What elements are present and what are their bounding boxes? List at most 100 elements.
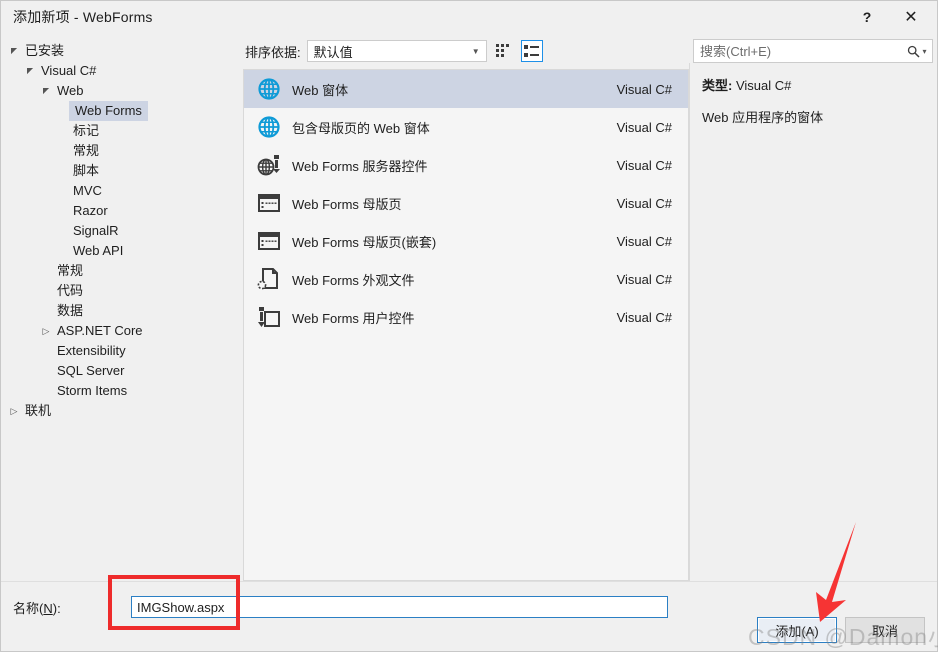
sidebar-item-13[interactable]: 数据	[1, 301, 241, 321]
list-item[interactable]: Web Forms 用户控件 Visual C#	[244, 298, 688, 336]
sidebar-item-2[interactable]: ◢ Web	[1, 81, 241, 101]
sidebar-item-label: Web API	[73, 243, 124, 258]
sidebar-item-8[interactable]: Razor	[1, 201, 241, 221]
list-item-name: Web 窗体	[292, 82, 349, 98]
search-box[interactable]: ▾	[693, 39, 933, 63]
sidebar-item-9[interactable]: SignalR	[1, 221, 241, 241]
help-icon[interactable]: ?	[845, 1, 889, 33]
tree-collapsed-icon[interactable]: ▷	[7, 406, 21, 417]
sidebar-item-label: Web Forms	[69, 101, 148, 121]
sidebar-item-12[interactable]: 代码	[1, 281, 241, 301]
sidebar-item-11[interactable]: 常规	[1, 261, 241, 281]
details-pane: ▾ 类型: Visual C# Web 应用程序的窗体	[689, 33, 937, 581]
chevron-down-icon: ▼	[471, 46, 480, 56]
sidebar-item-label: SignalR	[73, 223, 119, 238]
categories-tree[interactable]: ◢ 已安装 ◢ Visual C# ◢ Web Web Forms 标记 常规 脚本 MVC Razo…	[1, 33, 241, 581]
list-item-name: Web Forms 母版页	[292, 196, 402, 212]
tree-expanded-icon[interactable]: ◢	[7, 47, 21, 56]
sidebar-item-label: 数据	[57, 303, 84, 318]
name-label: 名称(N):	[13, 598, 131, 617]
list-item[interactable]: Web Forms 母版页(嵌套) Visual C#	[244, 222, 688, 260]
sidebar-item-label: Storm Items	[57, 383, 128, 398]
sort-by-value: 默认值	[313, 44, 353, 60]
name-row: 名称(N):	[1, 596, 937, 618]
sidebar-item-label: 脚本	[73, 163, 100, 178]
list-item[interactable]: Web 窗体 Visual C#	[244, 70, 688, 108]
list-item-language: Visual C#	[616, 309, 672, 325]
list-item-language: Visual C#	[616, 271, 672, 287]
sidebar-item-0[interactable]: ◢ 已安装	[1, 41, 241, 61]
search-input[interactable]	[694, 41, 902, 61]
list-item-language: Visual C#	[616, 195, 672, 211]
template-type-value: Visual C#	[735, 78, 792, 93]
dialog-buttons: 添加(A) 取消	[757, 617, 925, 643]
template-description: Web 应用程序的窗体	[702, 110, 824, 125]
master-page-icon	[252, 228, 286, 254]
grid-view-icon[interactable]	[493, 40, 515, 62]
sidebar-item-7[interactable]: MVC	[1, 181, 241, 201]
list-item-name: 包含母版页的 Web 窗体	[292, 120, 430, 136]
sidebar-item-label: 常规	[57, 263, 84, 278]
sidebar-item-label: Razor	[73, 203, 108, 218]
template-info: 类型: Visual C# Web 应用程序的窗体	[689, 63, 937, 581]
tree-expanded-icon[interactable]: ◢	[23, 67, 37, 76]
sidebar-item-16[interactable]: SQL Server	[1, 361, 241, 381]
sidebar-item-1[interactable]: ◢ Visual C#	[1, 61, 241, 81]
sidebar-item-10[interactable]: Web API	[1, 241, 241, 261]
sidebar-item-14[interactable]: ▷ ASP.NET Core	[1, 321, 241, 341]
sort-by-label: 排序依据:	[245, 44, 301, 60]
sidebar-item-15[interactable]: Extensibility	[1, 341, 241, 361]
template-type-label: 类型:	[702, 78, 733, 93]
sidebar-item-label: ASP.NET Core	[57, 323, 143, 338]
templates-toolbar: 排序依据: 默认值 ▼	[241, 33, 689, 69]
cancel-button[interactable]: 取消	[845, 617, 925, 643]
globe-blue-icon	[252, 76, 286, 102]
sidebar-item-label: Extensibility	[57, 343, 126, 358]
tree-collapsed-icon[interactable]: ▷	[39, 326, 53, 337]
search-options-chevron-icon[interactable]: ▾	[922, 47, 926, 56]
sort-by-dropdown[interactable]: 默认值 ▼	[306, 40, 487, 62]
globe-blue-icon	[252, 114, 286, 140]
list-item[interactable]: Web Forms 母版页 Visual C#	[244, 184, 688, 222]
close-icon[interactable]: ✕	[889, 1, 933, 33]
dialog-footer: 名称(N): 添加(A) 取消	[1, 581, 937, 651]
list-item[interactable]: Web Forms 服务器控件 Visual C#	[244, 146, 688, 184]
name-label-prefix: 名称(	[13, 600, 44, 616]
list-item-language: Visual C#	[616, 157, 672, 173]
panes-container: ◢ 已安装 ◢ Visual C# ◢ Web Web Forms 标记 常规 脚本 MVC Razo…	[1, 33, 937, 581]
name-label-accel: N	[43, 600, 53, 616]
name-label-suffix: ):	[52, 600, 61, 616]
add-button[interactable]: 添加(A)	[757, 617, 837, 643]
templates-list[interactable]: Web 窗体 Visual C# 包含母版页的 Web 窗体 Visual C# Web…	[243, 69, 689, 581]
list-item-name: Web Forms 外观文件	[292, 272, 415, 288]
sidebar-item-5[interactable]: 常规	[1, 141, 241, 161]
sidebar-item-label: 联机	[25, 403, 52, 418]
list-item[interactable]: Web Forms 外观文件 Visual C#	[244, 260, 688, 298]
sidebar-item-17[interactable]: Storm Items	[1, 381, 241, 401]
list-view-icon[interactable]	[520, 40, 543, 62]
page-title: 添加新项 - WebForms	[13, 9, 153, 25]
sidebar-item-6[interactable]: 脚本	[1, 161, 241, 181]
sidebar-item-label: 标记	[73, 123, 100, 138]
name-input[interactable]	[131, 596, 668, 618]
master-page-icon	[252, 190, 286, 216]
list-item-language: Visual C#	[616, 233, 672, 249]
search-icon[interactable]: ▾	[902, 45, 932, 58]
list-item-language: Visual C#	[616, 119, 672, 135]
template-type-row: 类型: Visual C#	[702, 77, 925, 95]
sidebar-item-18[interactable]: ▷ 联机	[1, 401, 241, 421]
sidebar-item-label: Visual C#	[41, 63, 97, 78]
sidebar-item-label: Web	[57, 83, 84, 98]
list-item-language: Visual C#	[616, 81, 672, 97]
list-item-name: Web Forms 服务器控件	[292, 158, 428, 174]
skin-file-icon	[252, 266, 286, 292]
sidebar-item-label: 常规	[73, 143, 100, 158]
tree-expanded-icon[interactable]: ◢	[39, 87, 53, 96]
list-item[interactable]: 包含母版页的 Web 窗体 Visual C#	[244, 108, 688, 146]
sidebar-item-label: SQL Server	[57, 363, 125, 378]
sidebar-item-4[interactable]: 标记	[1, 121, 241, 141]
title-bar: 添加新项 - WebForms ? ✕	[1, 1, 937, 33]
sidebar-item-3[interactable]: Web Forms	[1, 101, 241, 121]
dialog-body: ◢ 已安装 ◢ Visual C# ◢ Web Web Forms 标记 常规 脚本 MVC Razo…	[1, 33, 937, 581]
add-new-item-dialog: 添加新项 - WebForms ? ✕ ◢ 已安装 ◢ Visual C# ◢ Web We…	[0, 0, 938, 652]
